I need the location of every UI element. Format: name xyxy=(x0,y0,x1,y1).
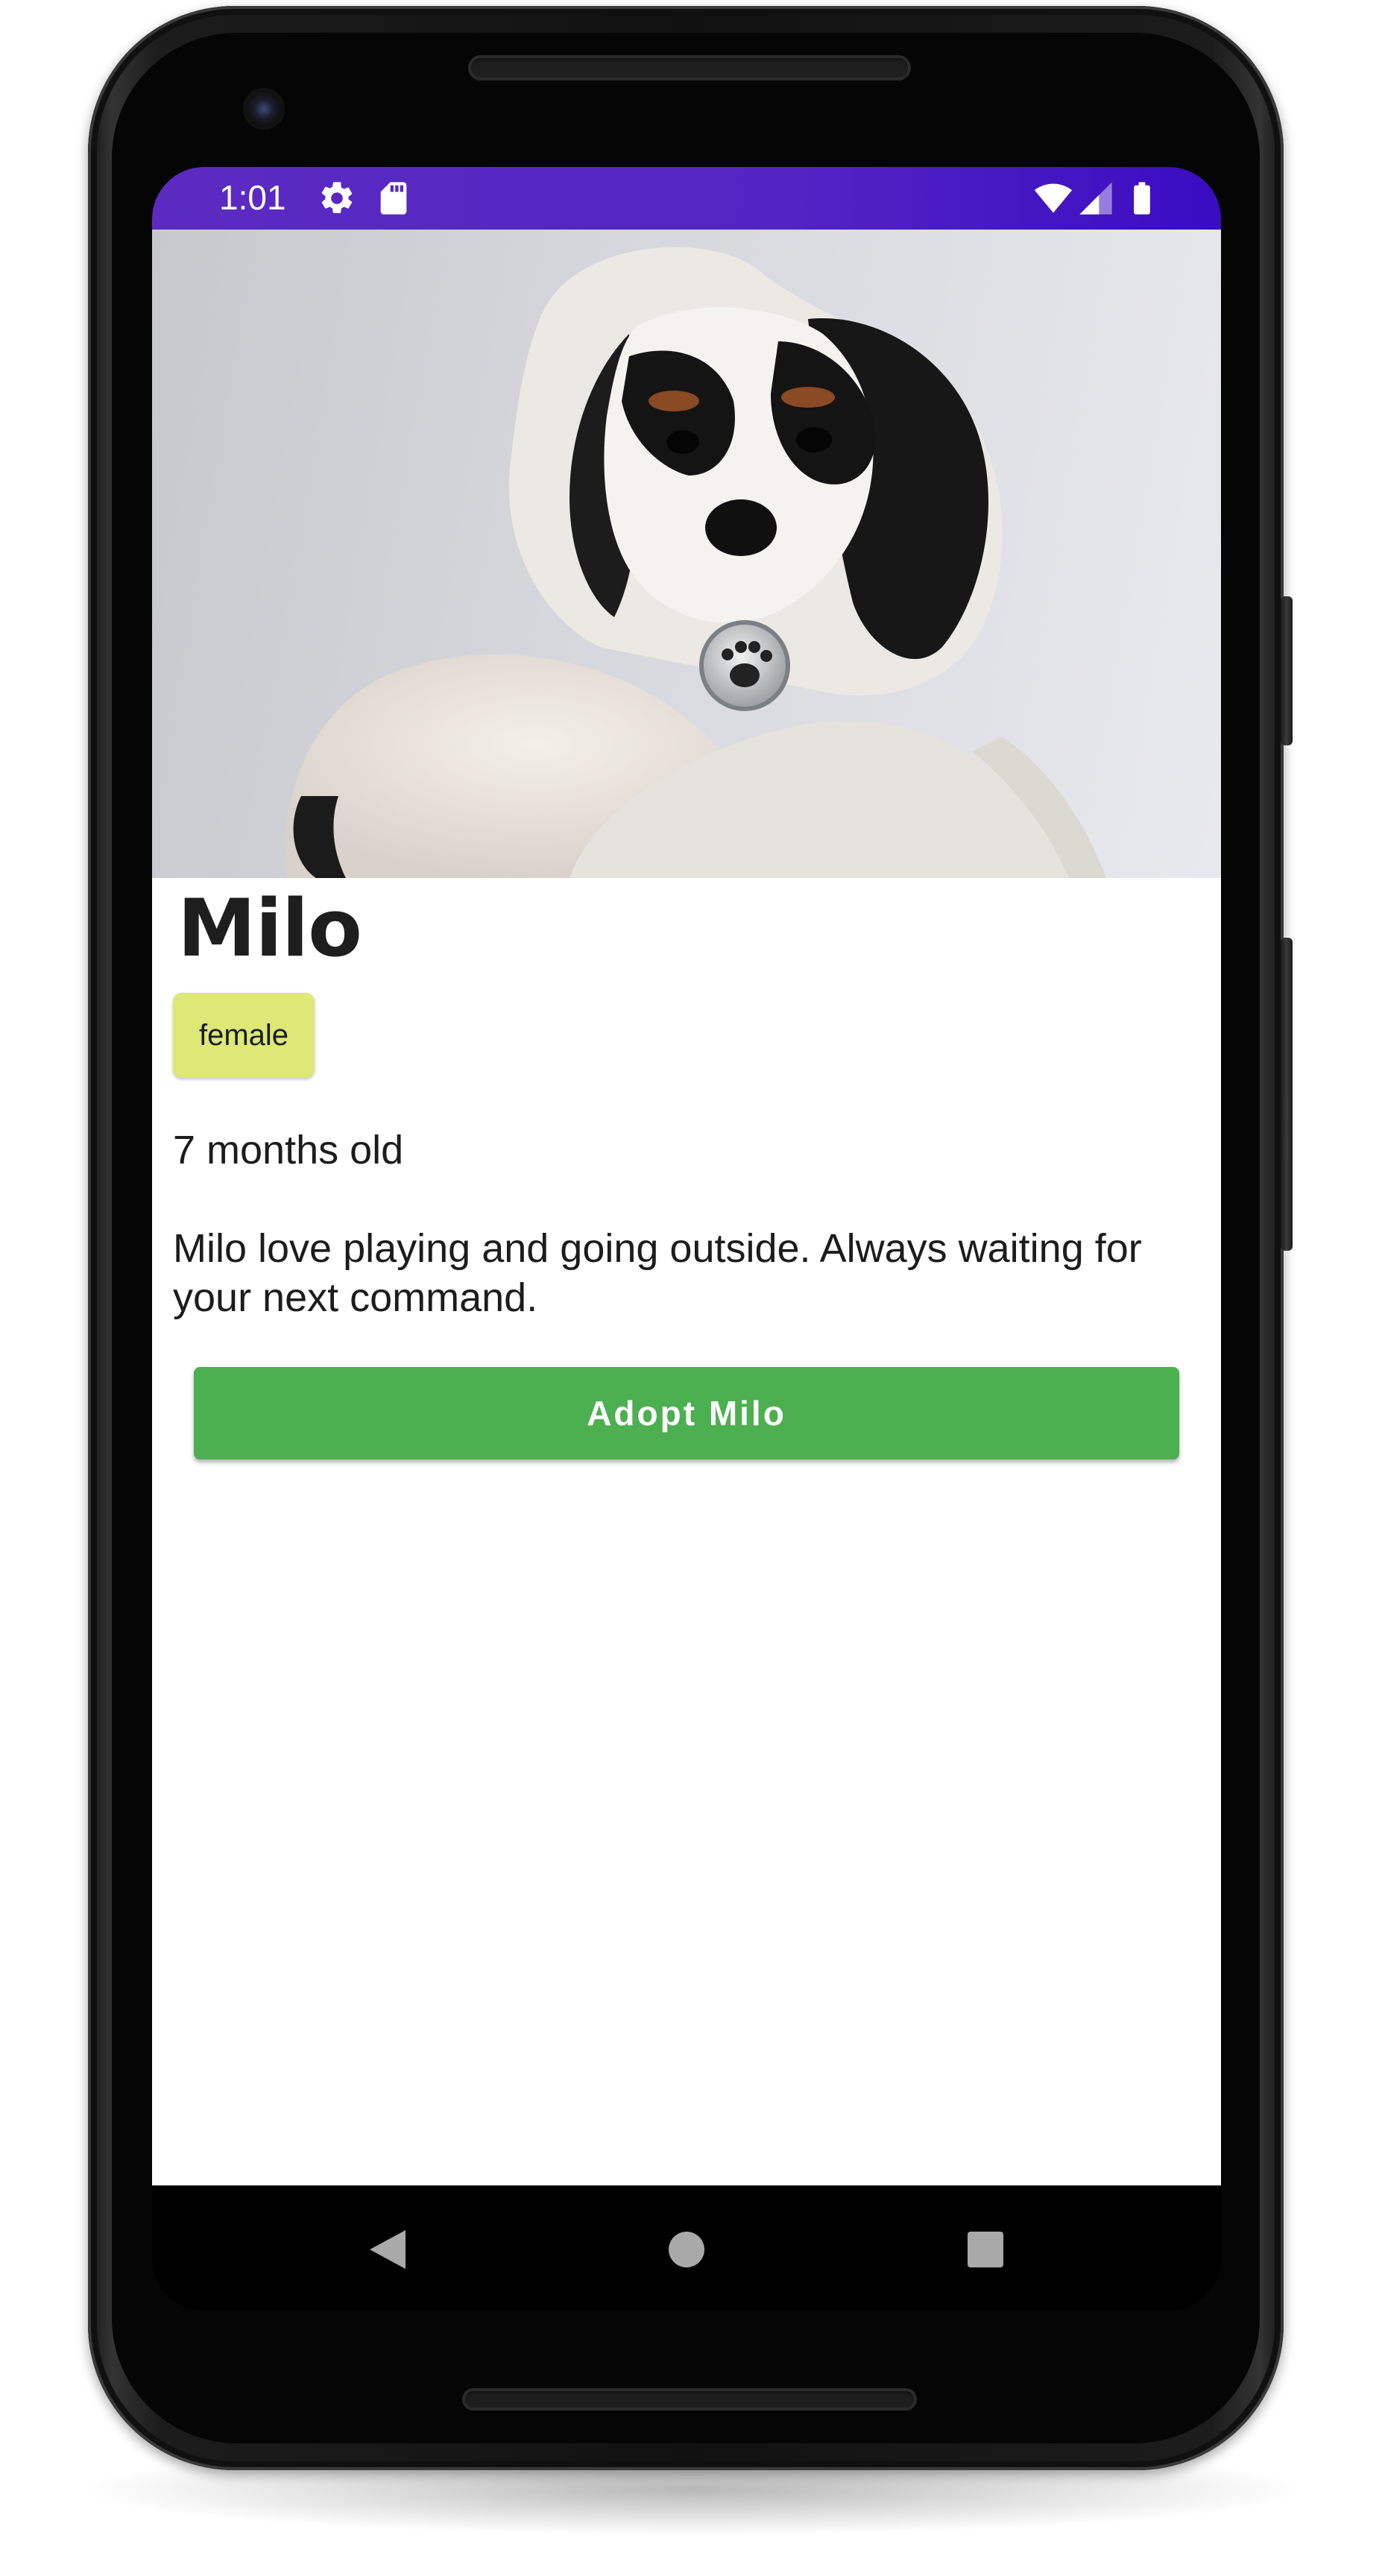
navigation-bar xyxy=(152,2185,1221,2311)
adopt-button[interactable]: Adopt Milo xyxy=(194,1367,1179,1459)
sd-card-icon xyxy=(380,182,407,215)
pet-name-title: Milo xyxy=(177,883,362,974)
pet-photo xyxy=(152,230,1221,878)
pet-description: Milo love playing and going outside. Alw… xyxy=(173,1226,1142,1320)
pet-detail-screen: Milo female 7 months old Milo love playi… xyxy=(152,230,1221,2185)
gender-chip: female xyxy=(173,993,315,1078)
volume-rocker xyxy=(1281,938,1293,1251)
status-bar: 1:01 xyxy=(152,167,1221,230)
wifi-icon xyxy=(1034,183,1073,213)
puppy-illustration xyxy=(285,247,1106,878)
earpiece-speaker xyxy=(468,55,911,80)
battery-icon xyxy=(1134,182,1150,215)
power-button xyxy=(1281,596,1293,745)
front-camera xyxy=(243,88,285,130)
cellular-signal-icon xyxy=(1079,182,1112,215)
pet-age: 7 months old xyxy=(173,1128,404,1172)
status-clock: 1:01 xyxy=(219,178,286,217)
screen: 1:01 Milo female 7 months old Milo love … xyxy=(152,167,1221,2311)
settings-icon xyxy=(321,182,353,213)
recents-icon[interactable] xyxy=(956,2220,1015,2279)
home-icon[interactable] xyxy=(657,2220,716,2279)
back-icon[interactable] xyxy=(358,2220,417,2279)
bottom-speaker xyxy=(462,2388,917,2411)
